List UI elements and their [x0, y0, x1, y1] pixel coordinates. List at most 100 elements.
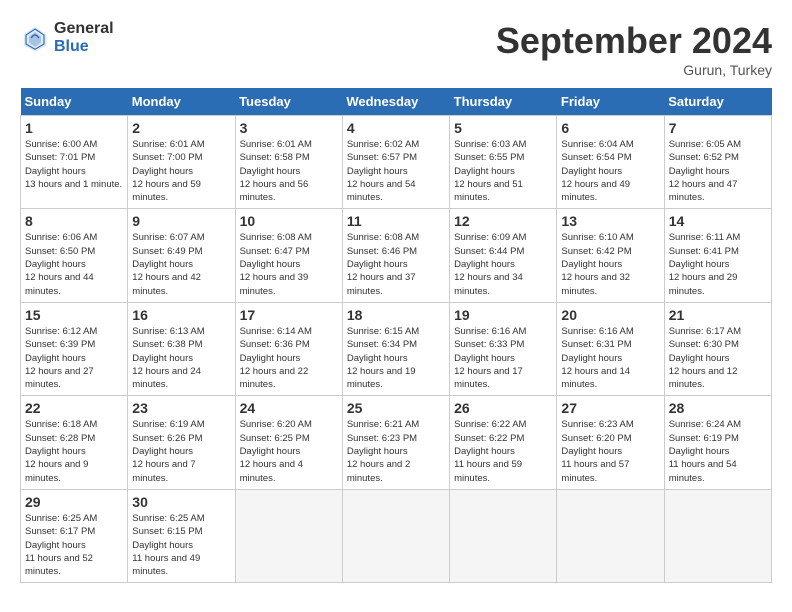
- day-info: Sunrise: 6:01 AM Sunset: 6:58 PM Dayligh…: [240, 138, 338, 204]
- day-number: 8: [25, 213, 123, 229]
- calendar-header-row: SundayMondayTuesdayWednesdayThursdayFrid…: [21, 88, 772, 116]
- day-info: Sunrise: 6:08 AM Sunset: 6:46 PM Dayligh…: [347, 231, 445, 297]
- day-number: 2: [132, 120, 230, 136]
- day-number: 19: [454, 307, 552, 323]
- day-info: Sunrise: 6:00 AM Sunset: 7:01 PM Dayligh…: [25, 138, 123, 191]
- day-number: 29: [25, 494, 123, 510]
- day-info: Sunrise: 6:20 AM Sunset: 6:25 PM Dayligh…: [240, 418, 338, 484]
- day-number: 22: [25, 400, 123, 416]
- day-number: 17: [240, 307, 338, 323]
- day-number: 24: [240, 400, 338, 416]
- day-info: Sunrise: 6:22 AM Sunset: 6:22 PM Dayligh…: [454, 418, 552, 484]
- day-info: Sunrise: 6:01 AM Sunset: 7:00 PM Dayligh…: [132, 138, 230, 204]
- calendar-cell: [557, 489, 664, 582]
- day-number: 14: [669, 213, 767, 229]
- day-info: Sunrise: 6:19 AM Sunset: 6:26 PM Dayligh…: [132, 418, 230, 484]
- day-info: Sunrise: 6:03 AM Sunset: 6:55 PM Dayligh…: [454, 138, 552, 204]
- calendar-cell: 18 Sunrise: 6:15 AM Sunset: 6:34 PM Dayl…: [342, 302, 449, 395]
- calendar-cell: 14 Sunrise: 6:11 AM Sunset: 6:41 PM Dayl…: [664, 209, 771, 302]
- day-number: 25: [347, 400, 445, 416]
- calendar-cell: 29 Sunrise: 6:25 AM Sunset: 6:17 PM Dayl…: [21, 489, 128, 582]
- calendar-cell: 2 Sunrise: 6:01 AM Sunset: 7:00 PM Dayli…: [128, 116, 235, 209]
- day-info: Sunrise: 6:21 AM Sunset: 6:23 PM Dayligh…: [347, 418, 445, 484]
- day-info: Sunrise: 6:06 AM Sunset: 6:50 PM Dayligh…: [25, 231, 123, 297]
- day-info: Sunrise: 6:11 AM Sunset: 6:41 PM Dayligh…: [669, 231, 767, 297]
- calendar-cell: 23 Sunrise: 6:19 AM Sunset: 6:26 PM Dayl…: [128, 396, 235, 489]
- calendar-cell: 17 Sunrise: 6:14 AM Sunset: 6:36 PM Dayl…: [235, 302, 342, 395]
- day-info: Sunrise: 6:05 AM Sunset: 6:52 PM Dayligh…: [669, 138, 767, 204]
- day-header: Tuesday: [235, 88, 342, 116]
- month-title: September 2024: [496, 20, 772, 62]
- day-number: 6: [561, 120, 659, 136]
- day-header: Monday: [128, 88, 235, 116]
- calendar-week-row: 8 Sunrise: 6:06 AM Sunset: 6:50 PM Dayli…: [21, 209, 772, 302]
- calendar-cell: 20 Sunrise: 6:16 AM Sunset: 6:31 PM Dayl…: [557, 302, 664, 395]
- title-block: September 2024 Gurun, Turkey: [496, 20, 772, 78]
- day-number: 26: [454, 400, 552, 416]
- day-info: Sunrise: 6:24 AM Sunset: 6:19 PM Dayligh…: [669, 418, 767, 484]
- day-info: Sunrise: 6:07 AM Sunset: 6:49 PM Dayligh…: [132, 231, 230, 297]
- calendar-cell: 19 Sunrise: 6:16 AM Sunset: 6:33 PM Dayl…: [450, 302, 557, 395]
- calendar-body: 1 Sunrise: 6:00 AM Sunset: 7:01 PM Dayli…: [21, 116, 772, 583]
- calendar-cell: 8 Sunrise: 6:06 AM Sunset: 6:50 PM Dayli…: [21, 209, 128, 302]
- calendar-cell: 3 Sunrise: 6:01 AM Sunset: 6:58 PM Dayli…: [235, 116, 342, 209]
- day-number: 30: [132, 494, 230, 510]
- calendar-cell: 15 Sunrise: 6:12 AM Sunset: 6:39 PM Dayl…: [21, 302, 128, 395]
- day-number: 15: [25, 307, 123, 323]
- day-number: 7: [669, 120, 767, 136]
- calendar-week-row: 15 Sunrise: 6:12 AM Sunset: 6:39 PM Dayl…: [21, 302, 772, 395]
- calendar-cell: 28 Sunrise: 6:24 AM Sunset: 6:19 PM Dayl…: [664, 396, 771, 489]
- calendar-cell: 24 Sunrise: 6:20 AM Sunset: 6:25 PM Dayl…: [235, 396, 342, 489]
- day-info: Sunrise: 6:16 AM Sunset: 6:33 PM Dayligh…: [454, 325, 552, 391]
- day-number: 20: [561, 307, 659, 323]
- day-info: Sunrise: 6:02 AM Sunset: 6:57 PM Dayligh…: [347, 138, 445, 204]
- day-info: Sunrise: 6:23 AM Sunset: 6:20 PM Dayligh…: [561, 418, 659, 484]
- logo-blue: Blue: [54, 38, 114, 56]
- day-number: 10: [240, 213, 338, 229]
- day-info: Sunrise: 6:16 AM Sunset: 6:31 PM Dayligh…: [561, 325, 659, 391]
- day-header: Sunday: [21, 88, 128, 116]
- page-header: General Blue September 2024 Gurun, Turke…: [20, 20, 772, 78]
- day-number: 12: [454, 213, 552, 229]
- day-number: 9: [132, 213, 230, 229]
- day-number: 13: [561, 213, 659, 229]
- calendar-cell: 12 Sunrise: 6:09 AM Sunset: 6:44 PM Dayl…: [450, 209, 557, 302]
- calendar-cell: 4 Sunrise: 6:02 AM Sunset: 6:57 PM Dayli…: [342, 116, 449, 209]
- day-info: Sunrise: 6:17 AM Sunset: 6:30 PM Dayligh…: [669, 325, 767, 391]
- day-info: Sunrise: 6:14 AM Sunset: 6:36 PM Dayligh…: [240, 325, 338, 391]
- day-header: Saturday: [664, 88, 771, 116]
- calendar-cell: 26 Sunrise: 6:22 AM Sunset: 6:22 PM Dayl…: [450, 396, 557, 489]
- calendar-cell: 11 Sunrise: 6:08 AM Sunset: 6:46 PM Dayl…: [342, 209, 449, 302]
- day-number: 4: [347, 120, 445, 136]
- day-info: Sunrise: 6:25 AM Sunset: 6:17 PM Dayligh…: [25, 512, 123, 578]
- calendar-cell: 9 Sunrise: 6:07 AM Sunset: 6:49 PM Dayli…: [128, 209, 235, 302]
- day-info: Sunrise: 6:18 AM Sunset: 6:28 PM Dayligh…: [25, 418, 123, 484]
- calendar-cell: 10 Sunrise: 6:08 AM Sunset: 6:47 PM Dayl…: [235, 209, 342, 302]
- calendar-cell: 30 Sunrise: 6:25 AM Sunset: 6:15 PM Dayl…: [128, 489, 235, 582]
- day-info: Sunrise: 6:15 AM Sunset: 6:34 PM Dayligh…: [347, 325, 445, 391]
- day-info: Sunrise: 6:25 AM Sunset: 6:15 PM Dayligh…: [132, 512, 230, 578]
- calendar-cell: 27 Sunrise: 6:23 AM Sunset: 6:20 PM Dayl…: [557, 396, 664, 489]
- logo-icon: [20, 23, 50, 53]
- day-number: 18: [347, 307, 445, 323]
- calendar-week-row: 1 Sunrise: 6:00 AM Sunset: 7:01 PM Dayli…: [21, 116, 772, 209]
- day-number: 28: [669, 400, 767, 416]
- day-info: Sunrise: 6:12 AM Sunset: 6:39 PM Dayligh…: [25, 325, 123, 391]
- calendar-cell: [342, 489, 449, 582]
- calendar-cell: 16 Sunrise: 6:13 AM Sunset: 6:38 PM Dayl…: [128, 302, 235, 395]
- day-number: 16: [132, 307, 230, 323]
- day-number: 21: [669, 307, 767, 323]
- day-header: Wednesday: [342, 88, 449, 116]
- day-number: 3: [240, 120, 338, 136]
- day-info: Sunrise: 6:09 AM Sunset: 6:44 PM Dayligh…: [454, 231, 552, 297]
- calendar-cell: 22 Sunrise: 6:18 AM Sunset: 6:28 PM Dayl…: [21, 396, 128, 489]
- day-header: Friday: [557, 88, 664, 116]
- day-number: 27: [561, 400, 659, 416]
- calendar-cell: 13 Sunrise: 6:10 AM Sunset: 6:42 PM Dayl…: [557, 209, 664, 302]
- day-number: 5: [454, 120, 552, 136]
- day-info: Sunrise: 6:13 AM Sunset: 6:38 PM Dayligh…: [132, 325, 230, 391]
- logo: General Blue: [20, 20, 114, 55]
- calendar-cell: 5 Sunrise: 6:03 AM Sunset: 6:55 PM Dayli…: [450, 116, 557, 209]
- day-number: 1: [25, 120, 123, 136]
- logo-text: General Blue: [54, 20, 114, 55]
